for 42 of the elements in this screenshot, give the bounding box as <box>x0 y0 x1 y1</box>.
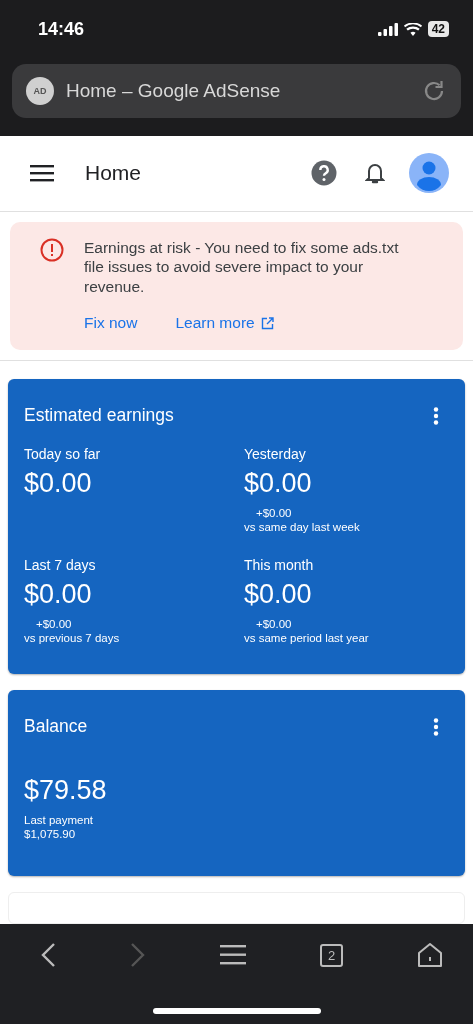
metric-value: $0.00 <box>244 468 313 500</box>
menu-icon[interactable] <box>220 944 246 966</box>
metric-comparison: vs same day last week <box>244 521 361 534</box>
metric-change: +$0.00 <box>255 618 293 631</box>
last-payment-label: Last payment <box>24 814 95 827</box>
metric-label: This month <box>244 557 315 574</box>
more-icon[interactable] <box>433 406 439 425</box>
signal-icon <box>377 22 398 36</box>
metric-comparison: vs previous 7 days <box>24 632 121 645</box>
metric-label: Yesterday <box>244 446 307 463</box>
menu-icon[interactable] <box>30 164 54 183</box>
metric-comparison: vs same period last year <box>244 632 370 645</box>
home-icon[interactable] <box>417 942 443 968</box>
error-icon <box>40 237 64 262</box>
site-icon: AD <box>26 77 54 105</box>
metric-label: Last 7 days <box>24 557 97 574</box>
address-bar[interactable]: AD Home – Google AdSense <box>12 64 461 118</box>
back-icon[interactable] <box>40 942 56 968</box>
avatar-icon[interactable] <box>409 153 449 194</box>
battery-level: 42 <box>427 21 449 37</box>
wifi-icon <box>403 22 422 36</box>
last-payment-amount: $1,075.90 <box>24 828 77 841</box>
card-title: Estimated earnings <box>24 405 174 427</box>
alert-link[interactable]: Fix now <box>84 314 138 333</box>
metric-value: $0.00 <box>24 468 93 500</box>
page-heading: Home <box>85 161 143 186</box>
card-title: Balance <box>24 716 88 738</box>
more-icon[interactable] <box>433 717 439 736</box>
metric-value: $0.00 <box>244 579 313 611</box>
metric-change: +$0.00 <box>255 507 293 520</box>
metric-label: Today so far <box>24 446 102 463</box>
page-title: Home – Google AdSense <box>66 80 282 102</box>
metric-change: +$0.00 <box>35 618 73 631</box>
tab-count[interactable]: 2 <box>320 943 343 967</box>
alert-link[interactable]: Learn more <box>175 314 274 333</box>
external-link-icon <box>260 316 274 330</box>
help-icon[interactable] <box>311 160 337 187</box>
balance-amount: $79.58 <box>24 775 108 807</box>
metric-value: $0.00 <box>24 579 93 611</box>
status-time: 14:46 <box>38 18 85 40</box>
alert-message: Earnings at risk - You need to fix some ads.txt file issues to avoid severe impact to your revenue. <box>84 237 400 297</box>
bell-icon[interactable] <box>365 161 385 186</box>
